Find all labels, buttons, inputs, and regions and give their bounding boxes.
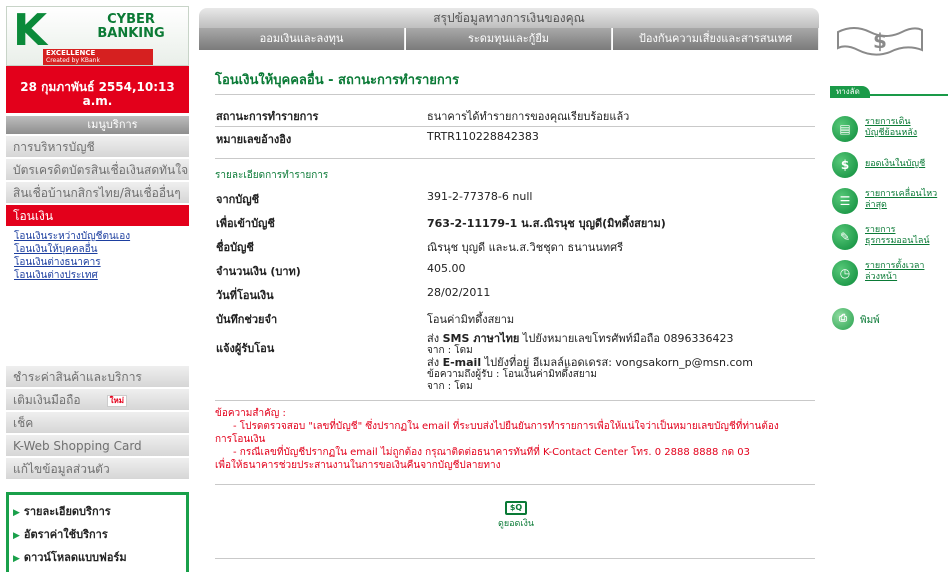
detail-row: ชื่อบัญชี ณิรนุช บุญดี และน.ส.วิชชุดา ธน…: [215, 236, 815, 256]
sms-line: ส่ง SMS ภาษาไทย ไปยังหมายเลขโทรศัพท์มือถ…: [427, 332, 734, 345]
from-account-value: 391-2-77378-6 null: [427, 190, 533, 203]
detail-row: จำนวนเงิน (บาท) 405.00: [215, 260, 815, 280]
menu-item-account-management[interactable]: การบริหารบัญชี: [6, 136, 189, 158]
menu-item-credit-card[interactable]: บัตรเครดิตบัตรสินเชื่อเงินสดทันใจ: [6, 159, 189, 181]
email-line: ส่ง E-mail ไปยังที่อยู่ อีเมลล์แอดเดรส: …: [427, 356, 753, 369]
shortcut-online-transactions[interactable]: ✎ รายการ ธุรกรรมออนไลน์: [832, 222, 950, 252]
triangle-right-icon: ▶: [13, 531, 20, 541]
transfer-submenu: โอนเงินระหว่างบัญชีตนเอง โอนเงินให้บุคคล…: [6, 230, 189, 366]
menu-item-edit-profile[interactable]: แก้ไขข้อมูลส่วนตัว: [6, 458, 189, 480]
to-account-label: เพื่อเข้าบัญชี: [216, 217, 275, 230]
left-sidebar: K CYBER BANKING EXCELLENCE Created by KB…: [6, 6, 189, 572]
divider: [215, 558, 815, 559]
divider: [215, 158, 815, 159]
submenu-interbank-transfer[interactable]: โอนเงินต่างธนาคาร: [6, 256, 189, 269]
money-search-icon: $Q: [505, 501, 527, 515]
logo-wordmark: CYBER BANKING: [97, 12, 165, 41]
view-balance-button[interactable]: $Q ดูยอดเงิน: [491, 501, 541, 530]
status-row: สถานะการทำรายการ ธนาคารได้ทำรายการของคุณ…: [215, 105, 815, 125]
detail-row: จากบัญชี 391-2-77378-6 null: [215, 188, 815, 208]
important-heading: ข้อความสำคัญ :: [215, 408, 286, 419]
memo-value: โอนค่ามิทดึ้งสยาม: [427, 313, 515, 326]
tab-savings-investment[interactable]: ออมเงินและลงทุน: [199, 28, 405, 50]
link-service-details[interactable]: ▶ รายละเอียดบริการ: [13, 501, 182, 524]
clock-icon: ◷: [832, 260, 858, 286]
status-value: ธนาคารได้ทำรายการของคุณเรียบร้อยแล้ว: [427, 110, 630, 123]
tab-funding-loans[interactable]: ระดมทุนและกู้ยืม: [406, 28, 612, 50]
email-from: จาก : โดม: [427, 381, 473, 392]
notify-label: แจ้งผู้รับโอน: [216, 342, 275, 355]
from-account-label: จากบัญชี: [216, 193, 260, 206]
money-wave-logo-icon: $: [837, 27, 923, 56]
balance-sheet-icon: ▤: [832, 116, 858, 142]
amount-label: จำนวนเงิน (บาท): [216, 265, 301, 278]
important-line-1b: การโอนเงิน: [215, 434, 266, 445]
divider: [215, 94, 815, 95]
menu-item-bill-payment[interactable]: ชำระค่าสินค้าและบริการ: [6, 366, 189, 388]
transfer-date-value: 28/02/2011: [427, 286, 491, 299]
svg-text:$: $: [873, 29, 887, 53]
dollar-coin-icon: $: [832, 152, 858, 178]
transfer-date-label: วันที่โอนเงิน: [216, 289, 274, 302]
account-name-value: ณิรนุช บุญดี และน.ส.วิชชุดา ธนานนทศรี: [427, 241, 624, 254]
new-badge: ใหม่: [106, 394, 128, 407]
detail-row: บันทึกช่วยจำ โอนค่ามิทดึ้งสยาม: [215, 308, 815, 328]
submenu-international-transfer[interactable]: โอนเงินต่างประเทศ: [6, 269, 189, 282]
memo-label: บันทึกช่วยจำ: [216, 313, 278, 326]
shortcut-account-balance[interactable]: $ ยอดเงินในบัญชี: [832, 150, 950, 180]
shortcut-account-history[interactable]: ▤ รายการเดิน บัญชีย้อนหลัง: [832, 114, 950, 144]
email-message: ข้อความถึงผู้รับ : โอนเงินค่ามิทดึ้งสยาม: [427, 369, 597, 380]
transaction-details-heading: รายละเอียดการทำรายการ: [215, 170, 329, 181]
menu-item-home-loan[interactable]: สินเชื่อบ้านกสิกรไทย/สินเชื่ออื่นๆ: [6, 182, 189, 204]
kbank-cyber-banking-logo[interactable]: K CYBER BANKING EXCELLENCE Created by KB…: [6, 6, 189, 66]
recent-document-icon: ☰: [832, 188, 858, 214]
link-service-fees[interactable]: ▶ อัตราค่าใช้บริการ: [13, 524, 182, 547]
status-label: สถานะการทำรายการ: [216, 110, 319, 123]
menu-item-mobile-topup[interactable]: เติมเงินมือถือ ใหม่: [6, 389, 189, 411]
important-line-1: - โปรดตรวจสอบ "เลขที่บัญชี" ซึ่งปรากฏใน …: [233, 421, 779, 432]
logo-letter: K: [13, 5, 48, 56]
shortcut-recent-transactions[interactable]: ☰ รายการเคลื่อนไหว ล่าสุด: [832, 186, 950, 216]
detail-row: เพื่อเข้าบัญชี 763-2-11179-1 น.ส.ณิรนุช …: [215, 212, 815, 232]
service-menu-header: เมนูบริการ: [6, 116, 189, 134]
shortcut-scheduled-transactions[interactable]: ◷ รายการตั้งเวลา ล่วงหน้า: [832, 258, 950, 288]
divider: [215, 484, 815, 485]
important-notice: ข้อความสำคัญ : - โปรดตรวจสอบ "เลขที่บัญช…: [215, 407, 815, 472]
triangle-right-icon: ▶: [13, 508, 20, 518]
tab-financial-summary[interactable]: สรุปข้อมูลทางการเงินของคุณ: [199, 8, 819, 28]
tab-risk-protection[interactable]: ป้องกันความเสี่ยงและสารสนเทศ: [613, 28, 819, 50]
detail-row: วันที่โอนเงิน 28/02/2011: [215, 284, 815, 304]
submenu-own-account-transfer[interactable]: โอนเงินระหว่างบัญชีตนเอง: [6, 230, 189, 243]
info-links-box: ▶ รายละเอียดบริการ ▶ อัตราค่าใช้บริการ ▶ ดา…: [6, 492, 189, 572]
triangle-right-icon: ▶: [13, 554, 20, 564]
important-line-2: - กรณีเลขที่บัญชีปรากฏใน email ไม่ถูกต้อ…: [233, 447, 750, 458]
menu-item-kweb-shopping-card[interactable]: K-Web Shopping Card: [6, 435, 189, 457]
divider: [215, 126, 815, 127]
reference-label: หมายเลขอ้างอิง: [216, 133, 292, 146]
to-account-value: 763-2-11179-1 น.ส.ณิรนุช บุญดี(มิทดึ้งสย…: [427, 217, 666, 230]
menu-item-transfer[interactable]: โอนเงิน: [6, 205, 189, 227]
current-date-time: 28 กุมภาพันธ์ 2554,10:13 a.m.: [6, 66, 189, 113]
online-transaction-icon: ✎: [832, 224, 858, 250]
account-name-label: ชื่อบัญชี: [216, 241, 254, 254]
link-download-forms[interactable]: ▶ ดาวน์โหลดแบบฟอร์ม: [13, 547, 182, 570]
printer-icon: ⎙: [832, 308, 854, 330]
excellence-badge: EXCELLENCE Created by KBank: [43, 49, 153, 65]
notify-details: ส่ง SMS ภาษาไทย ไปยังหมายเลขโทรศัพท์มือถ…: [427, 333, 753, 393]
shortcut-tab: ทางลัด: [830, 84, 948, 98]
submenu-third-party-transfer[interactable]: โอนเงินให้บุคคลอื่น: [6, 243, 189, 256]
reference-row: หมายเลขอ้างอิง TRTR110228842383: [215, 128, 815, 148]
important-line-2b: เพื่อให้ธนาคารช่วยประสานงานในการขอเงินคื…: [215, 460, 501, 471]
divider: [215, 400, 815, 401]
menu-item-cheque[interactable]: เช็ค: [6, 412, 189, 434]
amount-value: 405.00: [427, 262, 466, 275]
page-title: โอนเงินให้บุคคลอื่น - สถานะการทำรายการ: [215, 73, 460, 88]
top-tabs: สรุปข้อมูลทางการเงินของคุณ ออมเงินและลงท…: [199, 8, 819, 50]
reference-value: TRTR110228842383: [427, 130, 539, 143]
